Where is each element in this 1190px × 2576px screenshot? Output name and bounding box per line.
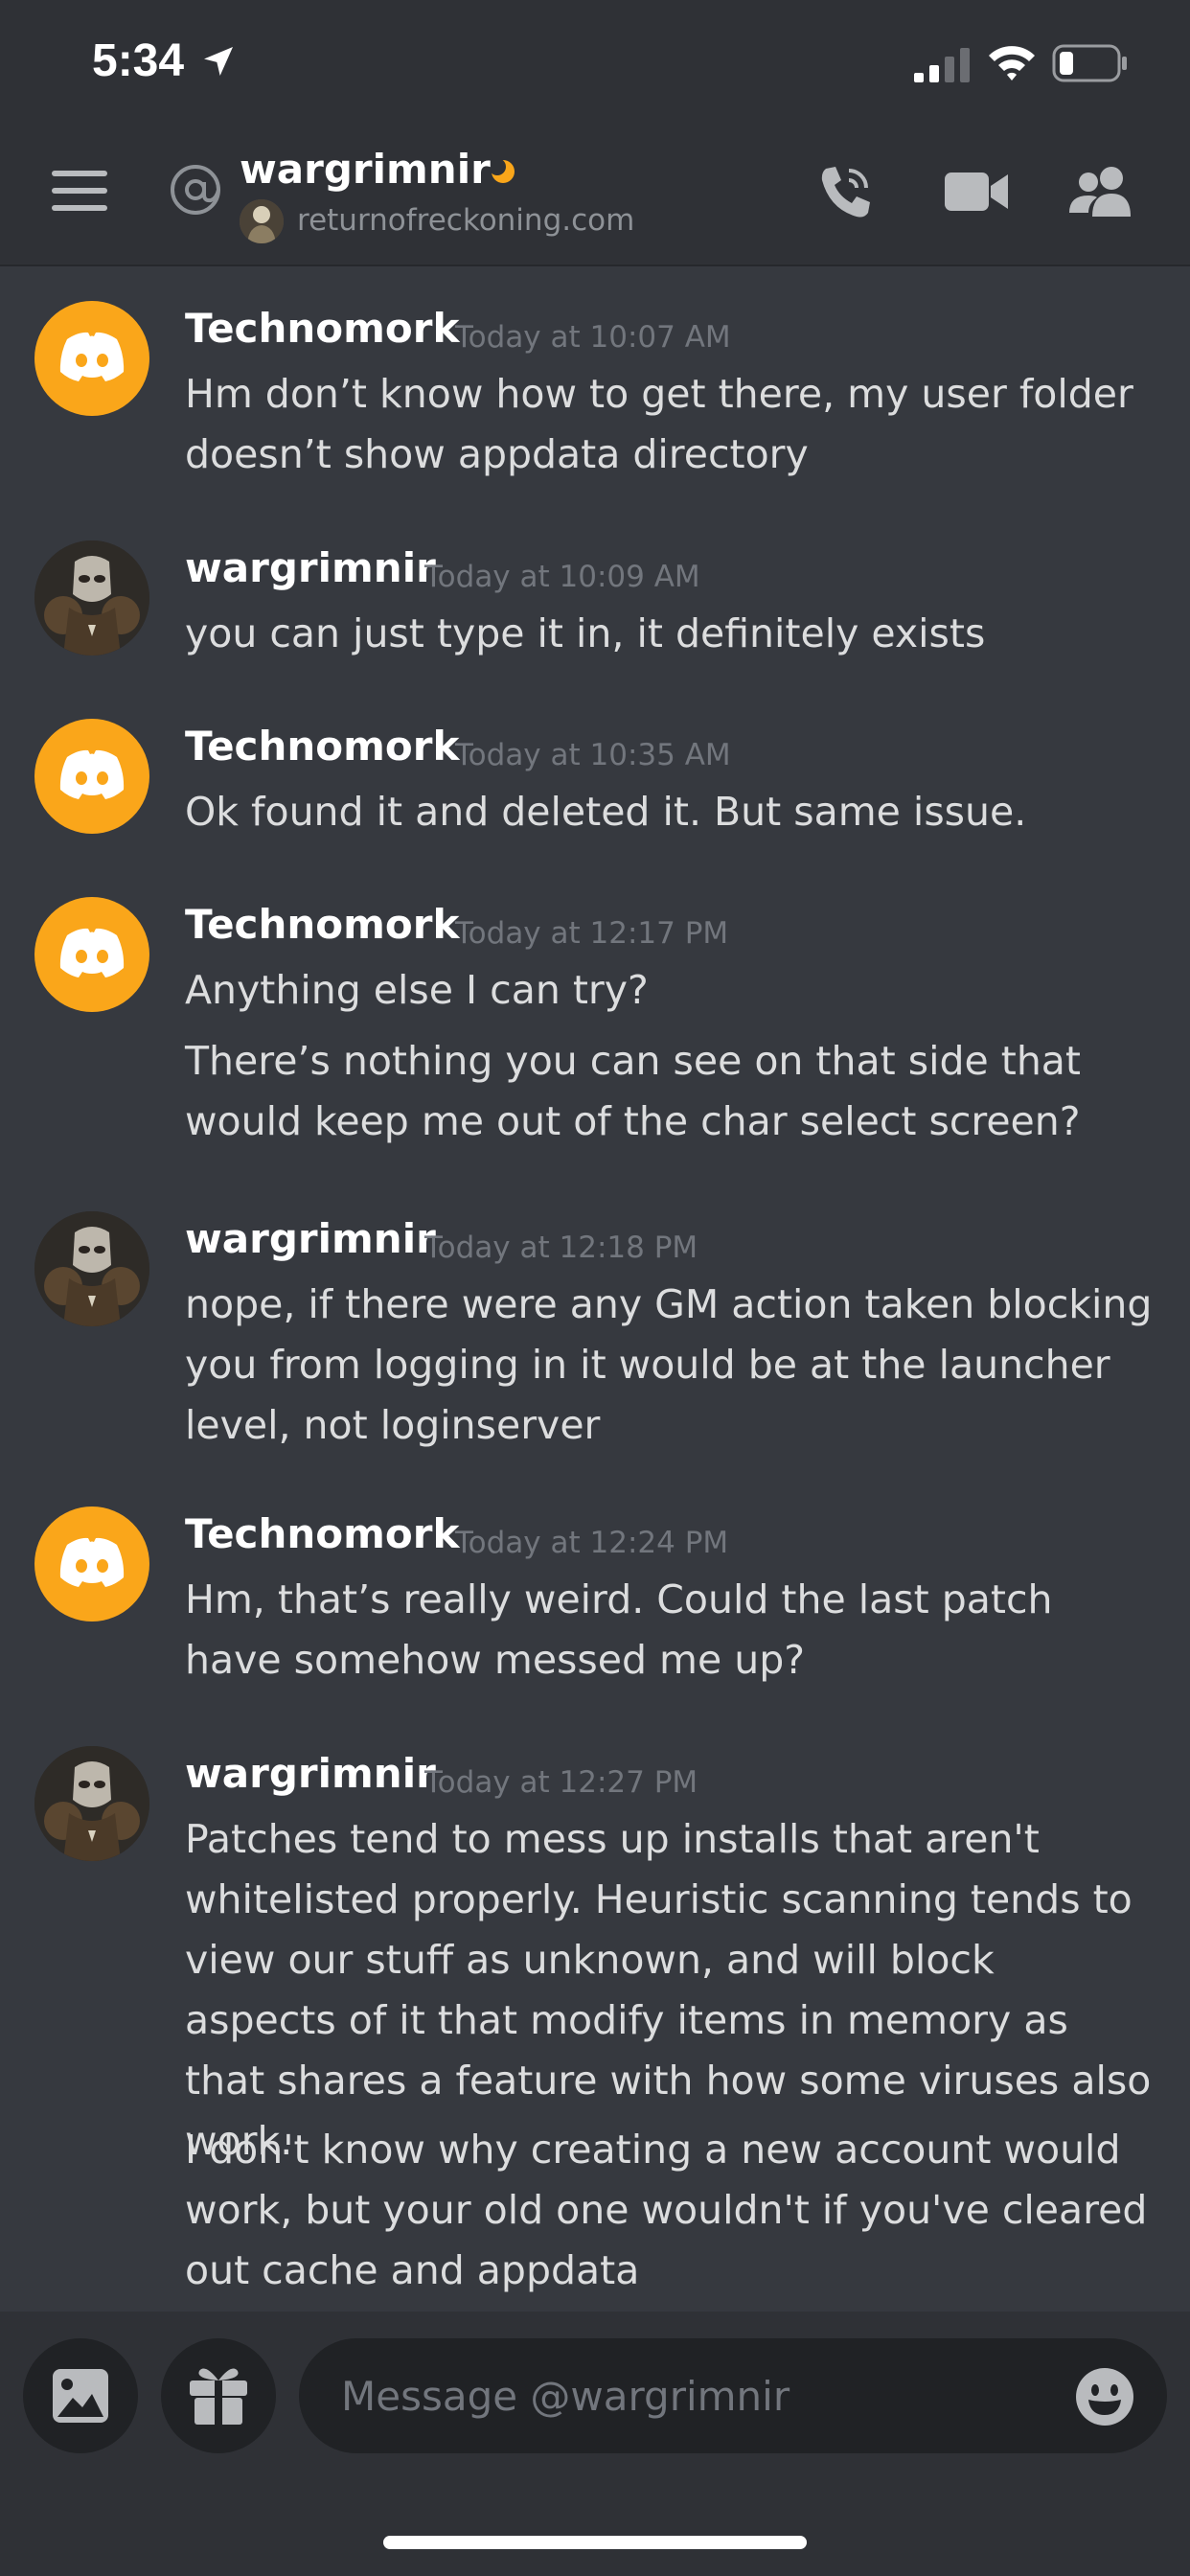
- user-photo-icon: [34, 1746, 149, 1861]
- custom-status-text: returnofreckoning.com: [297, 203, 635, 238]
- location-arrow-icon: [204, 47, 233, 76]
- message-author[interactable]: Technomork: [185, 723, 459, 770]
- message-author[interactable]: Technomork: [185, 1510, 459, 1557]
- message-timestamp: Today at 12:27 PM: [424, 1765, 698, 1800]
- message-group: Technomork Today at 10:35 AM Ok found it…: [0, 719, 1190, 843]
- avatar[interactable]: [34, 897, 149, 1012]
- message-text: you can just type it in, it definitely e…: [185, 610, 986, 656]
- message-group: wargrimnir Today at 12:18 PM nope, if th…: [0, 1211, 1190, 1460]
- video-call-icon[interactable]: [945, 171, 1008, 213]
- user-photo-icon: [34, 540, 149, 656]
- battery-icon: [1052, 44, 1127, 82]
- members-icon[interactable]: [1069, 165, 1138, 217]
- gift-icon: [190, 2368, 247, 2425]
- emoji-icon[interactable]: [1075, 2367, 1134, 2426]
- message-text: nope, if there were any GM action taken …: [185, 1281, 1153, 1448]
- message-text: There’s nothing you can see on that side…: [185, 1038, 1082, 1144]
- image-upload-icon: [53, 2369, 108, 2423]
- message-input-placeholder: Message @wargrimnir: [341, 2373, 790, 2420]
- avatar[interactable]: [34, 1746, 149, 1861]
- message-timestamp: Today at 10:07 AM: [455, 320, 731, 355]
- wifi-icon: [989, 46, 1035, 80]
- message-timestamp: Today at 12:18 PM: [424, 1230, 698, 1265]
- message-group: Technomork Today at 10:07 AM Hm don’t kn…: [0, 301, 1190, 483]
- message-text: Anything else I can try?: [185, 967, 649, 1013]
- voice-call-icon[interactable]: [816, 163, 876, 222]
- message-timestamp: Today at 12:24 PM: [455, 1526, 729, 1560]
- message-author[interactable]: wargrimnir: [185, 1215, 436, 1262]
- user-photo-icon: [34, 1211, 149, 1326]
- discord-logo-icon: [59, 749, 125, 799]
- discord-logo-icon: [59, 1537, 125, 1587]
- discord-logo-icon: [59, 928, 125, 978]
- message-author[interactable]: Technomork: [185, 901, 459, 948]
- discord-logo-icon: [59, 332, 125, 381]
- gift-button[interactable]: [161, 2338, 276, 2453]
- at-sign-icon: [171, 165, 220, 215]
- message-text: Ok found it and deleted it. But same iss…: [185, 789, 1027, 835]
- message-text: Patches tend to mess up installs that ar…: [185, 1816, 1152, 2164]
- avatar[interactable]: [34, 301, 149, 416]
- status-time: 5:34: [92, 35, 185, 86]
- message-timestamp: Today at 10:09 AM: [424, 560, 700, 594]
- signal-icon: [914, 48, 970, 82]
- avatar[interactable]: [34, 1211, 149, 1326]
- avatar[interactable]: [34, 1506, 149, 1622]
- message-group: wargrimnir Today at 10:09 AM you can jus…: [0, 540, 1190, 665]
- message-author[interactable]: wargrimnir: [185, 1750, 436, 1797]
- home-indicator[interactable]: [383, 2536, 807, 2549]
- status-avatar: [240, 199, 284, 243]
- avatar[interactable]: [34, 540, 149, 656]
- message-timestamp: Today at 10:35 AM: [455, 738, 731, 772]
- avatar[interactable]: [34, 719, 149, 834]
- message-author[interactable]: wargrimnir: [185, 544, 436, 591]
- message-group: Technomork Today at 12:24 PM Hm, that’s …: [0, 1506, 1190, 1698]
- status-bar: 5:34: [0, 0, 1190, 134]
- message-text: Hm, that’s really weird. Could the last …: [185, 1576, 1053, 1683]
- message-group: wargrimnir Today at 12:27 PM Patches ten…: [0, 1746, 1190, 2302]
- message-group: Technomork Today at 12:17 PM Anything el…: [0, 897, 1190, 1156]
- message-text: I don't know why creating a new account …: [185, 2127, 1148, 2293]
- moon-idle-icon: [491, 159, 515, 183]
- message-text: Hm don’t know how to get there, my user …: [185, 371, 1133, 477]
- message-timestamp: Today at 12:17 PM: [455, 916, 729, 951]
- channel-name[interactable]: wargrimnir: [240, 146, 491, 193]
- hamburger-menu-icon[interactable]: [52, 171, 107, 211]
- message-author[interactable]: Technomork: [185, 305, 459, 352]
- image-upload-button[interactable]: [23, 2338, 138, 2453]
